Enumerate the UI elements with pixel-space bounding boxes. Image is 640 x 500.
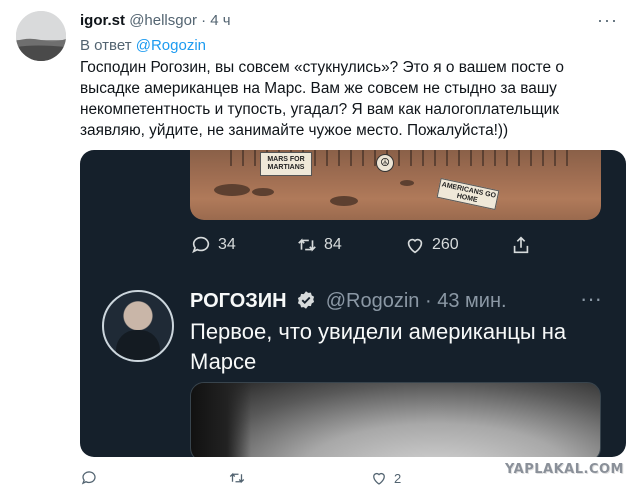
tweet-actions: 2 bbox=[80, 469, 440, 491]
retweet-icon bbox=[229, 472, 245, 484]
embedded-author-name[interactable]: РОГОЗИН bbox=[190, 290, 287, 312]
embedded-like-action[interactable]: 260 bbox=[404, 234, 459, 256]
author-name[interactable]: igor.st bbox=[80, 12, 125, 29]
embedded-header-separator: · bbox=[425, 290, 432, 312]
embedded-more-options-icon[interactable]: ··· bbox=[580, 286, 602, 312]
reply-icon bbox=[192, 236, 210, 254]
embedded-reply-text: Первое, что увидели американцы на Марсе bbox=[190, 319, 567, 374]
reply-context: В ответ @Rogozin bbox=[80, 37, 206, 54]
reply-mention-link[interactable]: @Rogozin bbox=[136, 37, 206, 54]
reply-icon bbox=[81, 471, 96, 485]
sign-mars-for-martians: MARS FOR MARTIANS bbox=[260, 152, 312, 176]
mars-photo: MARS FOR MARTIANS ☮ AMERICANS GO HOME bbox=[190, 150, 601, 220]
author-avatar[interactable] bbox=[16, 11, 66, 61]
embedded-actions: 34 84 260 bbox=[190, 234, 590, 258]
embedded-screenshot[interactable]: MARS FOR MARTIANS ☮ AMERICANS GO HOME 34… bbox=[80, 150, 626, 457]
retweet-action[interactable] bbox=[228, 469, 252, 487]
rogozin-avatar[interactable] bbox=[102, 290, 174, 362]
peace-sign-icon: ☮ bbox=[376, 154, 394, 172]
like-action[interactable]: 2 bbox=[370, 469, 401, 487]
tweet-header: igor.st @hellsgor · 4 ч bbox=[80, 12, 231, 29]
embedded-retweet-action[interactable]: 84 bbox=[296, 234, 342, 256]
sign-americans-go-home: AMERICANS GO HOME bbox=[436, 177, 500, 211]
rock bbox=[400, 180, 414, 186]
heart-icon bbox=[407, 238, 423, 254]
rock bbox=[214, 184, 250, 196]
embedded-retweet-count: 84 bbox=[324, 236, 342, 253]
embedded-reply-time[interactable]: 43 мин. bbox=[437, 290, 506, 312]
like-count: 2 bbox=[394, 470, 402, 486]
author-handle[interactable]: @hellsgor bbox=[129, 12, 197, 29]
embedded-reply-header: РОГОЗИН @Rogozin · 43 мин. bbox=[190, 290, 507, 313]
more-options-icon[interactable]: ··· bbox=[597, 10, 618, 31]
avatar-landscape-icon bbox=[16, 11, 66, 61]
rock bbox=[252, 188, 274, 196]
mars-surface-photo[interactable] bbox=[190, 382, 601, 457]
site-watermark: YAPLAKAL.COM bbox=[505, 462, 624, 477]
embedded-reply-count: 34 bbox=[218, 236, 236, 253]
embedded-author-handle[interactable]: @Rogozin bbox=[326, 290, 420, 312]
screenshot-root: igor.st @hellsgor · 4 ч ··· В ответ @Rog… bbox=[0, 0, 640, 500]
tweet-time[interactable]: 4 ч bbox=[210, 12, 230, 29]
embedded-share-action[interactable] bbox=[510, 234, 532, 256]
header-separator: · bbox=[201, 12, 207, 29]
reply-action[interactable] bbox=[80, 469, 104, 487]
embedded-reply-action[interactable]: 34 bbox=[190, 234, 236, 256]
rock bbox=[330, 196, 358, 206]
share-icon bbox=[513, 236, 529, 254]
heart-icon bbox=[373, 472, 385, 485]
tweet-text: Господин Рогозин, вы совсем «стукнулись»… bbox=[80, 59, 564, 139]
reply-prefix: В ответ bbox=[80, 37, 132, 54]
embedded-like-count: 260 bbox=[432, 236, 459, 253]
verified-badge-icon bbox=[298, 291, 315, 309]
retweet-icon bbox=[298, 238, 316, 252]
